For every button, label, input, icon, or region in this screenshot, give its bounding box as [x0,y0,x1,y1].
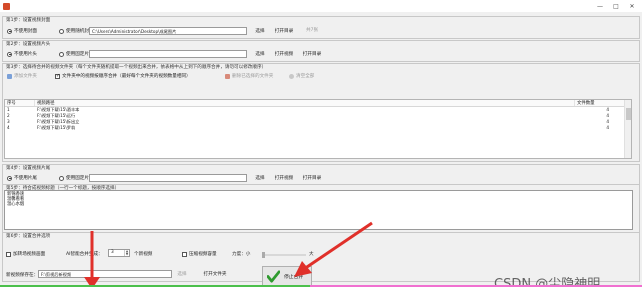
title-line: 温心水烟 [7,202,25,207]
sequential-merge-checkbox[interactable]: 文件夹中的视频按顺序合并（最好每个文件夹的视频数量相同） [55,73,191,79]
step1-radio-none[interactable]: 不使用封面 [7,28,37,34]
clear-all-label: 清空全部 [296,74,315,79]
step3-title: 第3步：选择待合并的视频文件夹（每个文件夹随机提取一个视频出来合并，依表格中从上… [6,65,267,70]
table-row[interactable]: 4 F:\视频下载\15\罗翁 4 [5,125,631,131]
col-count-header[interactable]: 文件数量 [575,100,625,106]
folder-table: 序号 视频路径 文件数量 1 F:\视频下载\15\酒丰本 4 2 F:\视频下… [4,99,632,159]
remove-folder-label: 删除已选择的文件夹 [232,74,274,79]
count-value: 3 [111,250,114,255]
step1-path-input[interactable]: C:\Users\Administrator\Desktop\成尾图片 [89,27,247,35]
open-folder-button[interactable]: 打开文件夹 [200,270,230,279]
step1-radio-none-label: 不使用封面 [14,29,37,34]
window-controls: — □ ✕ [592,1,640,12]
stepper-arrows-icon[interactable]: ▲ ▼ [124,250,129,256]
compress-label: 压缩视频容量 [189,252,217,257]
transition-label: 加转场视频画面 [13,252,46,257]
step4-open-dir-button[interactable]: 打开目录 [299,174,325,183]
title-bar: — □ ✕ [0,0,642,13]
col-path-header[interactable]: 视频路径 [35,100,575,106]
save-path-label: 新视频保存在： [6,273,39,278]
step2-open-video-button[interactable]: 打开视频 [271,50,297,59]
clear-icon [289,73,294,79]
step1-count-label: 共7张 [305,28,319,33]
step1-select-button[interactable]: 选择 [251,27,269,36]
step4-select-button[interactable]: 选择 [251,174,269,183]
radio-dot-icon [59,175,64,181]
save-path-input[interactable]: F:\剪视后新视频 [38,270,172,278]
step1-open-dir-button[interactable]: 打开目录 [271,27,297,36]
close-button[interactable]: ✕ [624,1,640,12]
delete-icon [225,73,230,79]
step2-radio-none-label: 不使用片头 [14,52,37,57]
add-folder-icon [7,73,12,79]
clear-all-button[interactable]: 清空全部 [289,73,314,79]
step1-group: 第1步：设置视频封面 不使用封面 使用随机封面 C:\Users\Adminis… [2,16,640,39]
row-index: 4 [7,125,10,130]
count-unit: 个新视频 [134,252,153,257]
step4-radio-none[interactable]: 不使用片尾 [7,175,37,181]
step2-group: 第2步：设置视频片头 不使用片头 使用固定片头 选择 打开视频 打开目录 [2,40,640,62]
radio-dot-icon [7,28,12,34]
main-client: 第1步：设置视频封面 不使用封面 使用随机封面 C:\Users\Adminis… [0,13,642,287]
step2-open-dir-button[interactable]: 打开目录 [299,50,325,59]
green-check-icon [267,269,280,283]
minimize-button[interactable]: — [592,1,608,12]
slider-thumb[interactable] [262,252,265,258]
step6-title: 第6步：设置合并选项 [6,234,51,239]
step2-select-button[interactable]: 选择 [251,50,269,59]
red-arrow-icon [294,221,373,277]
step2-radio-none[interactable]: 不使用片头 [7,51,37,57]
sequential-merge-label: 文件夹中的视频按顺序合并（最好每个文件夹的视频数量相同） [62,74,191,79]
step4-title: 第4步：设置视频片尾 [6,166,51,171]
checkbox-icon [182,251,187,257]
save-select-button[interactable]: 选择 [175,270,189,279]
row-path: F:\视频下载\15\罗翁 [37,125,76,130]
add-folder-button[interactable]: 添加文件夹 [7,73,37,79]
row-count: 4 [606,125,609,130]
step4-radio-none-label: 不使用片尾 [14,176,37,181]
checkbox-icon [6,251,11,257]
step4-path-input[interactable] [89,174,247,182]
step2-path-input[interactable] [89,50,247,58]
power-label: 力度：小 [232,252,251,257]
radio-dot-icon [7,175,12,181]
radio-dot-icon [7,51,12,57]
red-arrow-icon [84,231,100,287]
checkbox-icon [55,73,60,79]
add-folder-label: 添加文件夹 [14,74,37,79]
table-header: 序号 视频路径 文件数量 [5,100,631,107]
remove-folder-button[interactable]: 删除已选择的文件夹 [225,73,273,79]
count-stepper[interactable]: 3 ▲ ▼ [108,249,130,257]
step2-title: 第2步：设置视频片头 [6,42,51,47]
step1-title: 第1步：设置视频封面 [6,18,51,23]
table-scrollbar[interactable] [624,100,631,158]
radio-dot-icon [59,51,64,57]
compress-checkbox[interactable]: 压缩视频容量 [182,251,217,257]
radio-dot-icon [59,28,64,34]
col-index-header[interactable]: 序号 [5,100,35,106]
step4-group: 第4步：设置视频片尾 不使用片尾 使用固定片尾 选择 打开视频 打开目录 [2,164,640,185]
scrollbar-thumb[interactable] [626,108,631,120]
app-icon [3,3,10,10]
transition-checkbox[interactable]: 加转场视频画面 [6,251,45,257]
maximize-button[interactable]: □ [608,1,624,12]
step4-open-video-button[interactable]: 打开视频 [271,174,297,183]
